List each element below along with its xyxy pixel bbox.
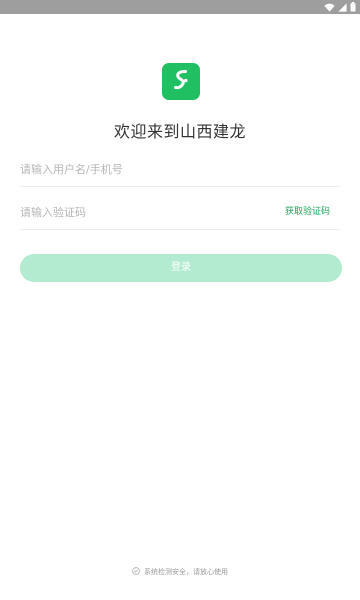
security-notice: 系统检测安全，请放心使用 — [0, 566, 360, 578]
security-notice-text: 系统检测安全，请放心使用 — [144, 568, 228, 576]
status-bar — [0, 0, 360, 14]
wifi-icon — [324, 3, 335, 12]
verification-code-field[interactable]: 获取验证码 — [20, 195, 340, 230]
username-input[interactable] — [20, 152, 270, 186]
signal-icon — [338, 2, 347, 12]
brand-s-logo-icon — [168, 67, 194, 97]
username-field[interactable] — [20, 152, 340, 187]
shield-check-icon — [132, 567, 140, 577]
login-button[interactable]: 登录 — [20, 254, 342, 282]
status-icons — [324, 1, 356, 13]
get-code-button[interactable]: 获取验证码 — [285, 195, 330, 229]
app-logo — [162, 63, 200, 100]
battery-icon — [350, 2, 356, 12]
verification-code-input[interactable] — [20, 195, 270, 229]
welcome-title: 欢迎来到山西建龙 — [113, 122, 246, 141]
